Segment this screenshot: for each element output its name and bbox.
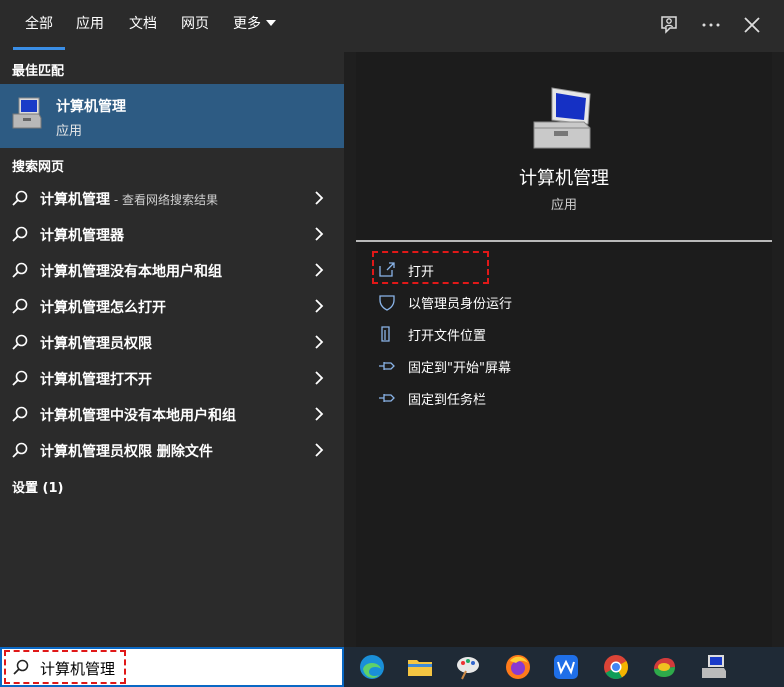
chevron-right-icon	[315, 227, 324, 241]
search-icon	[12, 262, 28, 278]
search-icon	[12, 226, 28, 242]
computer-management-icon[interactable]	[700, 653, 728, 681]
pin-to-start-action[interactable]: 固定到"开始"屏幕	[378, 352, 618, 380]
chevron-right-icon	[315, 371, 324, 385]
chevron-down-icon	[266, 20, 276, 26]
web-result-label: 计算机管理员权限 删除文件	[40, 444, 213, 460]
web-result-item[interactable]: 计算机管理怎么打开	[0, 288, 344, 324]
web-result-label: 计算机管理	[40, 192, 110, 208]
wps-icon[interactable]	[552, 653, 580, 681]
best-match-subtitle: 应用	[56, 124, 83, 139]
shield-icon	[379, 295, 395, 311]
pin-icon	[379, 394, 395, 402]
folder-location-icon	[381, 326, 390, 342]
firefox-icon[interactable]	[504, 653, 532, 681]
tab-documents-label: 文档	[129, 16, 157, 32]
tab-apps[interactable]: 应用	[76, 0, 104, 52]
computer-management-icon	[12, 97, 42, 129]
open-file-location-action[interactable]: 打开文件位置	[378, 320, 618, 348]
chrome-icon[interactable]	[602, 653, 630, 681]
chevron-right-icon	[315, 407, 324, 421]
taskbar	[344, 647, 784, 687]
pin-to-taskbar-label: 固定到任务栏	[408, 393, 487, 408]
tab-documents[interactable]: 文档	[129, 0, 157, 52]
close-icon[interactable]	[739, 12, 765, 38]
search-icon	[12, 334, 28, 350]
web-result-label: 计算机管理打不开	[40, 372, 152, 388]
chevron-right-icon	[315, 443, 324, 457]
web-result-item[interactable]: 计算机管理器	[0, 216, 344, 252]
app-icon[interactable]	[650, 653, 678, 681]
app-subtitle: 应用	[550, 198, 577, 213]
top-bar: 全部 应用 文档 网页 更多	[0, 0, 784, 52]
chevron-right-icon	[315, 299, 324, 313]
pin-to-taskbar-action[interactable]: 固定到任务栏	[378, 384, 618, 412]
chevron-right-icon	[315, 263, 324, 277]
app-title: 计算机管理	[519, 168, 609, 189]
chevron-right-icon	[315, 191, 324, 205]
search-icon	[12, 442, 28, 458]
file-explorer-icon[interactable]	[406, 653, 434, 681]
details-pane: 计算机管理 应用 打开 以管理员身份运行 打开文件位置 固定到"开始"屏幕 固定…	[356, 52, 772, 647]
pin-to-start-label: 固定到"开始"屏幕	[408, 361, 511, 376]
web-result-label: 计算机管理器	[40, 228, 124, 244]
computer-management-icon	[533, 87, 591, 149]
web-result-label: 计算机管理员权限	[40, 336, 152, 352]
feedback-icon[interactable]	[656, 12, 682, 38]
tab-more[interactable]: 更多	[233, 0, 276, 52]
chevron-right-icon	[315, 335, 324, 349]
web-result-item[interactable]: 计算机管理打不开	[0, 360, 344, 396]
run-as-admin-label: 以管理员身份运行	[408, 297, 513, 312]
web-search-header: 搜索网页	[12, 160, 65, 175]
best-match-title: 计算机管理	[56, 99, 126, 115]
web-result-item[interactable]: 计算机管理员权限	[0, 324, 344, 360]
web-result-label: 计算机管理中没有本地用户和组	[40, 408, 236, 424]
search-icon	[12, 406, 28, 422]
tab-more-label: 更多	[233, 16, 261, 32]
search-icon	[12, 370, 28, 386]
annotation-box-open	[372, 251, 489, 284]
divider	[356, 240, 772, 242]
web-result-label: 计算机管理没有本地用户和组	[40, 264, 222, 280]
search-icon	[12, 190, 28, 206]
web-result-item[interactable]: 计算机管理 - 查看网络搜索结果	[0, 180, 344, 216]
settings-header[interactable]: 设置 (1)	[12, 477, 63, 496]
web-result-item[interactable]: 计算机管理没有本地用户和组	[0, 252, 344, 288]
search-icon	[12, 298, 28, 314]
web-result-label: 计算机管理怎么打开	[40, 300, 166, 316]
more-icon[interactable]	[698, 12, 724, 38]
best-match-header: 最佳匹配	[12, 64, 65, 79]
tab-all[interactable]: 全部	[13, 0, 65, 52]
annotation-box-search	[4, 650, 126, 684]
tab-web[interactable]: 网页	[181, 0, 209, 52]
paint-icon[interactable]	[454, 653, 482, 681]
best-match-item[interactable]: 计算机管理 应用	[0, 84, 344, 148]
web-result-item[interactable]: 计算机管理中没有本地用户和组	[0, 396, 344, 432]
tab-all-label: 全部	[25, 16, 53, 32]
web-result-suffix: - 查看网络搜索结果	[110, 193, 218, 207]
run-as-admin-action[interactable]: 以管理员身份运行	[378, 288, 618, 316]
open-file-location-label: 打开文件位置	[408, 329, 487, 344]
edge-icon[interactable]	[358, 653, 386, 681]
tab-web-label: 网页	[181, 16, 209, 32]
results-pane: 最佳匹配 计算机管理 应用 搜索网页 计算机管理 - 查看网络搜索结果 计算机管…	[0, 52, 344, 647]
web-result-item[interactable]: 计算机管理员权限 删除文件	[0, 432, 344, 468]
pin-icon	[379, 362, 395, 370]
tab-apps-label: 应用	[76, 16, 104, 32]
